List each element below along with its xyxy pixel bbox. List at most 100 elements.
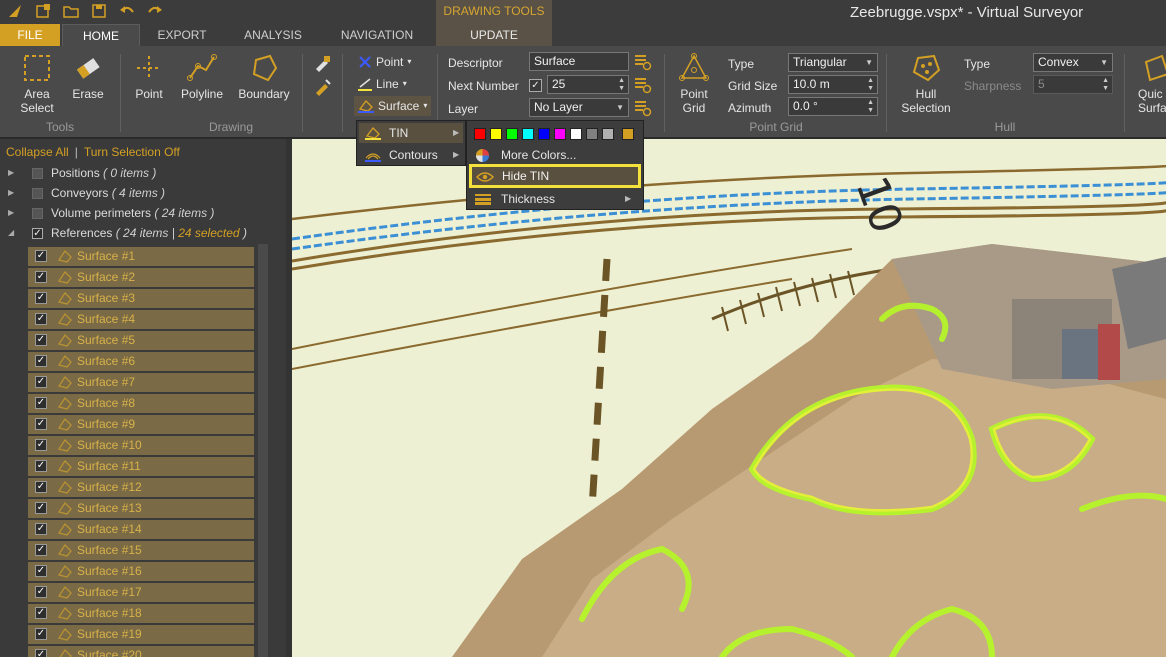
item-checkbox[interactable]: ✓ [35,586,47,598]
list-scrollbar[interactable] [258,244,268,657]
tree-checkbox[interactable] [32,187,43,199]
list-item[interactable]: ✓ Surface #13 [28,499,254,518]
list-item[interactable]: ✓ Surface #2 [28,268,254,287]
item-checkbox[interactable]: ✓ [35,334,47,346]
hull-selection-button[interactable]: Hull Selection [898,52,954,115]
tree-checkbox[interactable]: ✓ [32,227,43,239]
expand-arrow-icon[interactable]: ▶ [8,164,18,182]
color-swatch-yellow[interactable] [490,128,502,140]
list-item[interactable]: ✓ Surface #18 [28,604,254,623]
point-grid-button[interactable]: Point Grid [674,52,714,115]
tree-node-positions[interactable]: ▶ Positions ( 0 items ) [8,164,156,182]
redo-icon[interactable] [146,2,164,20]
item-checkbox[interactable]: ✓ [35,523,47,535]
menu-item-more-colors[interactable]: More Colors... [469,145,641,165]
item-checkbox[interactable]: ✓ [35,502,47,514]
azimuth-input[interactable]: 0.0 ° ▲ ▼ [788,97,878,116]
expand-arrow-icon[interactable]: ▶ [8,204,18,222]
item-checkbox[interactable]: ✓ [35,649,47,657]
open-folder-icon[interactable] [62,2,80,20]
item-checkbox[interactable]: ✓ [35,439,47,451]
collapse-arrow-icon[interactable]: ◢ [8,224,18,242]
polyline-button[interactable]: Polyline [178,52,226,101]
list-item[interactable]: ✓ Surface #19 [28,625,254,644]
point-shape-button[interactable]: Point ▾ [358,53,411,71]
turn-selection-off-link[interactable]: Turn Selection Off [84,145,180,159]
list-item[interactable]: ✓ Surface #1 [28,247,254,266]
next-number-checkbox[interactable]: ✓ [529,79,542,92]
list-item[interactable]: ✓ Surface #12 [28,478,254,497]
tree-checkbox[interactable] [32,207,43,219]
color-swatch-cyan[interactable] [522,128,534,140]
boundary-button[interactable]: Boundary [236,52,292,101]
list-item[interactable]: ✓ Surface #15 [28,541,254,560]
tab-file[interactable]: FILE [0,24,60,46]
item-checkbox[interactable]: ✓ [35,628,47,640]
list-item[interactable]: ✓ Surface #20 [28,646,254,657]
tab-export[interactable]: EXPORT [146,24,218,46]
descriptor-list-icon[interactable] [634,53,652,71]
list-item[interactable]: ✓ Surface #17 [28,583,254,602]
expand-arrow-icon[interactable]: ▶ [8,184,18,202]
item-checkbox[interactable]: ✓ [35,565,47,577]
point-button[interactable]: Point [130,52,168,101]
new-project-icon[interactable] [34,2,52,20]
item-checkbox[interactable]: ✓ [35,418,47,430]
list-item[interactable]: ✓ Surface #14 [28,520,254,539]
layer-list-icon[interactable] [634,99,652,117]
erase-button[interactable]: Erase [68,52,108,101]
spinner-arrows-icon[interactable]: ▲ ▼ [867,77,874,93]
item-checkbox[interactable]: ✓ [35,460,47,472]
line-shape-button[interactable]: Line ▾ [358,75,407,93]
item-checkbox[interactable]: ✓ [35,544,47,556]
spinner-arrows-icon[interactable]: ▲ ▼ [867,99,874,115]
menu-item-thickness[interactable]: Thickness ▶ [469,189,641,209]
list-item[interactable]: ✓ Surface #8 [28,394,254,413]
item-checkbox[interactable]: ✓ [35,481,47,493]
tab-analysis[interactable]: ANALYSIS [236,24,310,46]
list-item[interactable]: ✓ Surface #5 [28,331,254,350]
menu-item-hide-tin[interactable]: Hide TIN [469,164,641,188]
menu-item-tin[interactable]: TIN ▶ [359,123,463,143]
list-item[interactable]: ✓ Surface #16 [28,562,254,581]
surface-shape-button[interactable]: Surface ▾ [354,96,432,116]
spinner-arrows-icon[interactable]: ▲ ▼ [618,77,625,93]
quick-surface-button[interactable]: Quic Surfac [1138,52,1166,115]
menu-item-contours[interactable]: Contours ▶ [359,145,463,165]
item-checkbox[interactable]: ✓ [35,292,47,304]
3d-viewport[interactable]: 10 [292,139,1166,657]
layer-select[interactable]: No Layer ▼ [529,98,629,117]
list-item[interactable]: ✓ Surface #11 [28,457,254,476]
style-brush-icon[interactable] [313,54,333,72]
color-swatch-green[interactable] [506,128,518,140]
color-swatch-gray[interactable] [586,128,598,140]
list-item[interactable]: ✓ Surface #10 [28,436,254,455]
descriptor-input[interactable]: Surface [529,52,629,71]
collapse-all-link[interactable]: Collapse All [6,145,69,159]
list-item[interactable]: ✓ Surface #6 [28,352,254,371]
list-item[interactable]: ✓ Surface #9 [28,415,254,434]
item-checkbox[interactable]: ✓ [35,313,47,325]
color-swatch-light-gray[interactable] [602,128,614,140]
area-select-button[interactable]: Area Select [14,52,60,115]
tree-checkbox[interactable] [32,167,43,179]
save-icon[interactable] [90,2,108,20]
tree-node-conveyors[interactable]: ▶ Conveyors ( 4 items ) [8,184,165,202]
tree-node-volume-perimeters[interactable]: ▶ Volume perimeters ( 24 items ) [8,204,214,222]
tab-navigation[interactable]: NAVIGATION [334,24,420,46]
color-swatch-white[interactable] [570,128,582,140]
next-number-input[interactable]: 25 ▲ ▼ [547,75,629,94]
item-checkbox[interactable]: ✓ [35,271,47,283]
undo-icon[interactable] [118,2,136,20]
item-checkbox[interactable]: ✓ [35,376,47,388]
hull-type-select[interactable]: Convex ▼ [1033,53,1113,72]
grid-size-input[interactable]: 10.0 m ▲ ▼ [788,75,878,94]
item-checkbox[interactable]: ✓ [35,397,47,409]
number-list-icon[interactable] [634,76,652,94]
tree-node-references[interactable]: ◢ ✓ References ( 24 items | 24 selected ) [8,224,247,242]
tab-update[interactable]: UPDATE [436,24,552,46]
color-swatch-magenta[interactable] [554,128,566,140]
item-checkbox[interactable]: ✓ [35,355,47,367]
list-item[interactable]: ✓ Surface #3 [28,289,254,308]
item-checkbox[interactable]: ✓ [35,250,47,262]
